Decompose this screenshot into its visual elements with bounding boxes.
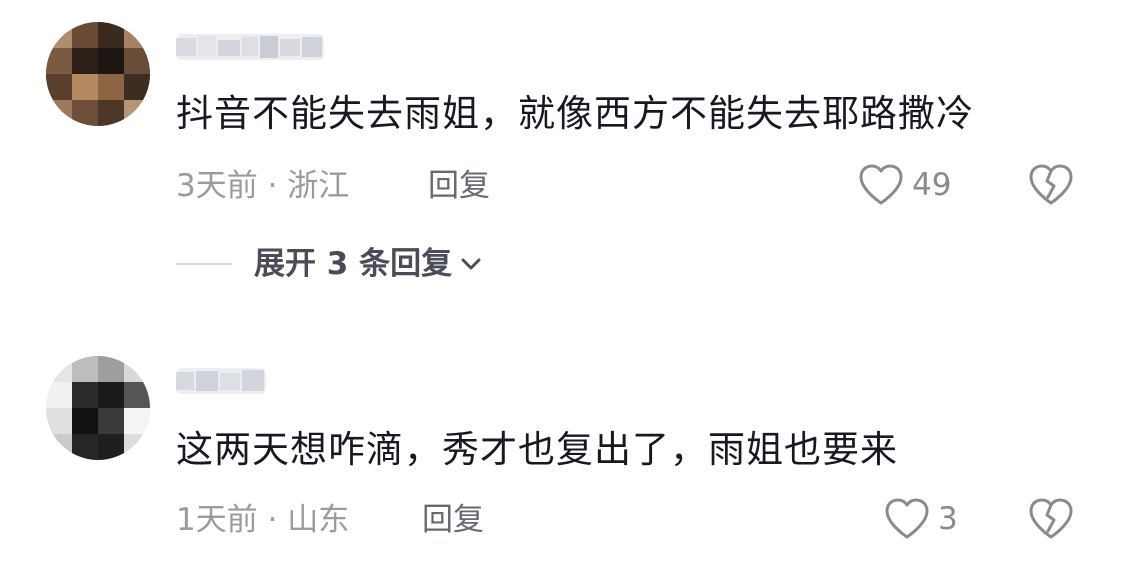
- comment-text: 这两天想咋滴，秀才也复出了，雨姐也要来: [176, 428, 898, 471]
- like-count: 3: [938, 501, 958, 537]
- comment-meta: 1天前 · 山东: [176, 502, 350, 538]
- pixelated-avatar-icon: [46, 356, 150, 460]
- broken-heart-icon: [1029, 498, 1073, 539]
- pixelated-username-icon: [176, 368, 266, 394]
- like-button[interactable]: 3: [884, 498, 958, 540]
- comment-item: 这两天想咋滴，秀才也复出了，雨姐也要来 1天前 · 山东 回复 3: [0, 0, 1123, 566]
- avatar[interactable]: [46, 356, 150, 460]
- heart-outline-icon: [885, 498, 929, 539]
- reply-button[interactable]: 回复: [422, 500, 484, 540]
- username[interactable]: [176, 368, 266, 394]
- dislike-button[interactable]: [1028, 498, 1074, 544]
